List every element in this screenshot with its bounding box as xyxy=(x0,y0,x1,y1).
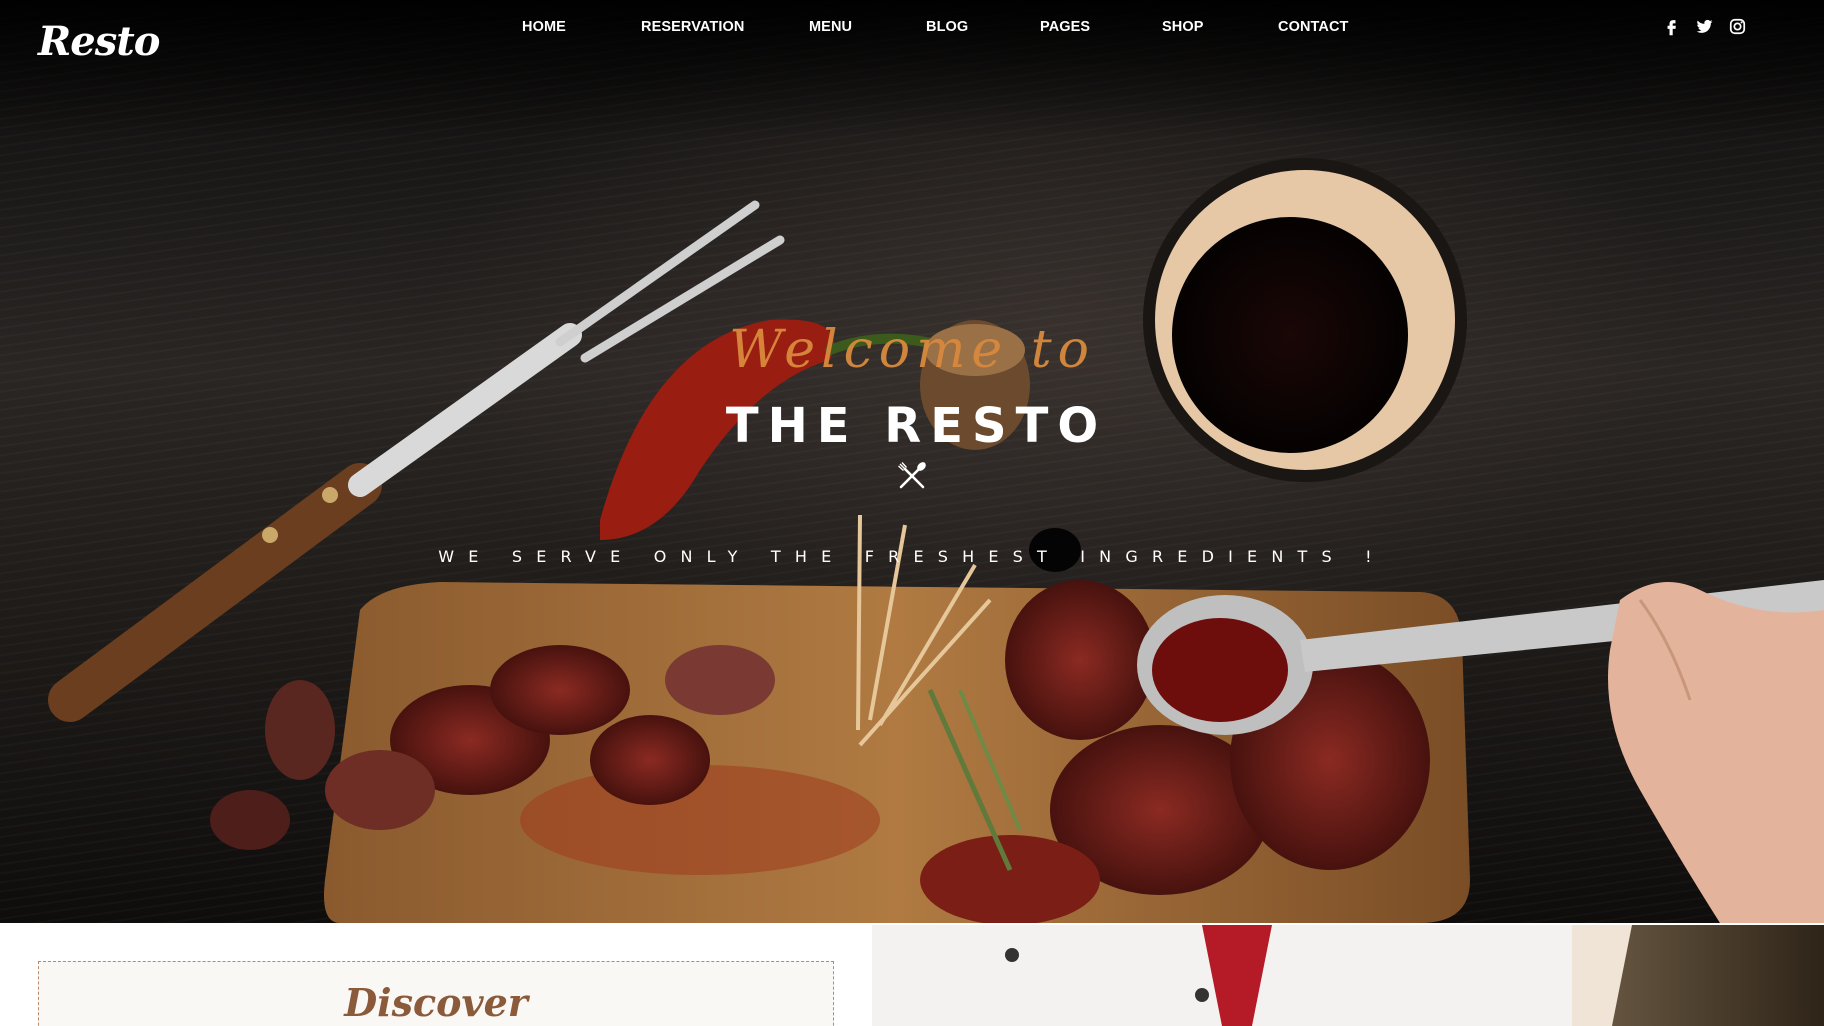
chef-image xyxy=(872,925,1824,1026)
fork-spoon-crossed-icon xyxy=(898,462,926,489)
discover-title: Discover xyxy=(344,980,528,1025)
hero-tagline: WE SERVE ONLY THE FRESHEST INGREDIENTS ! xyxy=(438,547,1386,566)
hero-title: THE RESTO xyxy=(725,398,1108,454)
chef-photo xyxy=(872,925,1824,1026)
nav-item-shop[interactable]: SHOP xyxy=(1162,19,1204,35)
social-links xyxy=(1662,17,1747,36)
discover-panel: Discover xyxy=(38,961,834,1026)
nav-item-pages[interactable]: PAGES xyxy=(1040,19,1090,35)
instagram-icon[interactable] xyxy=(1728,17,1747,36)
nav-item-reservation[interactable]: RESERVATION xyxy=(641,19,744,35)
hero-section: Resto HOME RESERVATION MENU BLOG PAGES S… xyxy=(0,0,1824,923)
nav-item-contact[interactable]: CONTACT xyxy=(1278,19,1349,35)
main-nav: HOME RESERVATION MENU BLOG PAGES SHOP CO… xyxy=(0,19,1824,39)
nav-item-home[interactable]: HOME xyxy=(522,19,566,35)
hero-welcome-text: Welcome to xyxy=(729,320,1095,380)
facebook-icon[interactable] xyxy=(1662,17,1681,36)
twitter-icon[interactable] xyxy=(1695,17,1714,36)
nav-item-blog[interactable]: BLOG xyxy=(926,19,968,35)
nav-item-menu[interactable]: MENU xyxy=(809,19,852,35)
